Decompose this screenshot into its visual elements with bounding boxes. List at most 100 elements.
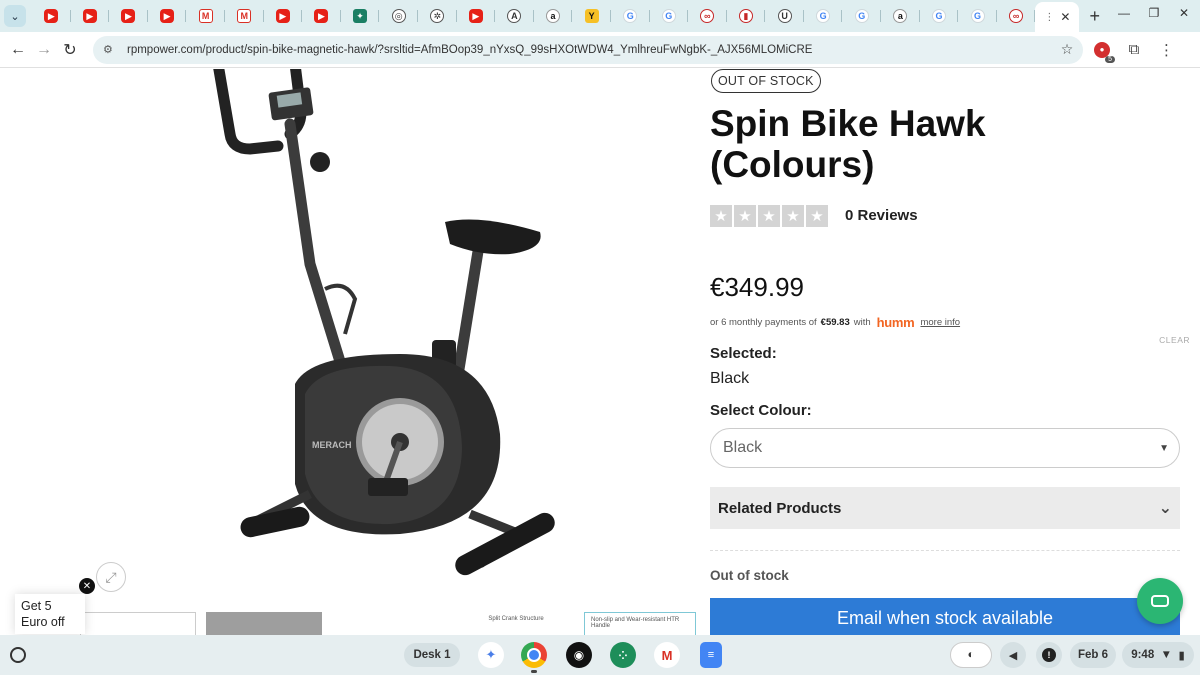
finance-with: with (853, 317, 871, 328)
tab[interactable]: G (920, 3, 959, 29)
tab[interactable]: U (765, 3, 804, 29)
podcast-icon[interactable]: ◉ (566, 642, 592, 668)
tab-list: ▶ ▶ ▶ ▶ M M ▶ ▶ ✦ ◎ ✲ ▶ Aa Y G G ∞ ▮ U G Ga G G ∞ (32, 3, 1036, 29)
restore-icon[interactable]: ❐ (1146, 6, 1162, 20)
browser-menu-icon[interactable]: ⋮ (1159, 41, 1174, 59)
os-shelf: Desk 1 ✦ ◉ ⁘ M ≡ ◐ ◀ ! Feb 6 9:48 ▼ ▮ (0, 635, 1200, 675)
forward-button[interactable]: → (31, 41, 57, 59)
finance-amount: €59.83 (820, 317, 850, 328)
thumbnail[interactable] (332, 612, 448, 635)
email-when-available-button[interactable]: Email when stock available (710, 598, 1180, 635)
colour-label: Select Colour: (710, 402, 812, 419)
site-icon: ◎ (391, 9, 406, 23)
related-products-accordion[interactable]: Related Products ⌄ (710, 487, 1180, 529)
extension-button[interactable]: ● 5 (1091, 39, 1115, 63)
omnibox[interactable]: ⚙ rpmpower.com/product/spin-bike-magneti… (93, 35, 1083, 64)
tab[interactable]: ▮ (727, 3, 766, 29)
tab[interactable]: G (958, 3, 997, 29)
tab[interactable]: ▶ (32, 3, 71, 29)
tab[interactable]: ▶ (71, 3, 110, 29)
gmail-icon[interactable]: M (654, 642, 680, 668)
thumbnail[interactable]: Non-slip and Wear-resistant HTR Handle (584, 612, 696, 635)
window-controls: — ❐ ✕ (1116, 6, 1192, 20)
tab[interactable]: ▶ (302, 3, 341, 29)
site-icon: A (507, 9, 522, 23)
url-text[interactable]: rpmpower.com/product/spin-bike-magnetic-… (127, 44, 1057, 56)
promo-line-2: Euro off (21, 615, 65, 629)
thumbnail[interactable] (206, 612, 322, 635)
product-image[interactable]: MERACH (200, 69, 580, 594)
tab[interactable]: ▶ (264, 3, 303, 29)
stock-badge: OUT OF STOCK (711, 69, 821, 93)
avatar[interactable]: ◐ (950, 642, 992, 668)
colour-select[interactable]: Black ▼ (710, 428, 1180, 468)
extensions-puzzle-icon[interactable]: ⧉ (1123, 41, 1145, 58)
tab[interactable]: ✦ (341, 3, 380, 29)
running-indicator (531, 670, 537, 673)
launcher-icon[interactable] (10, 647, 26, 663)
extension-badge: 5 (1105, 55, 1115, 63)
desk-button[interactable]: Desk 1 (404, 643, 460, 667)
tab[interactable]: ▶ (148, 3, 187, 29)
tab[interactable]: a (534, 3, 573, 29)
close-tab-icon[interactable]: ✕ (1060, 10, 1070, 24)
promo-close-icon[interactable]: ✕ (79, 578, 95, 594)
product-title: Spin Bike Hawk (Colours) (710, 103, 986, 185)
tab[interactable]: G (804, 3, 843, 29)
tab[interactable]: G (842, 3, 881, 29)
tab[interactable]: G (611, 3, 650, 29)
tab[interactable]: Y (572, 3, 611, 29)
product-info: OUT OF STOCK Spin Bike Hawk (Colours) ★ … (710, 69, 1190, 635)
rating-stars[interactable]: ★ ★ ★ ★ ★ (710, 205, 828, 227)
humm-logo: humm (876, 315, 915, 330)
apps-grid-icon[interactable]: ⁘ (610, 642, 636, 668)
notification-icon[interactable]: ! (1036, 642, 1062, 668)
docs-icon[interactable]: ≡ (700, 642, 722, 668)
status-area[interactable]: 9:48 ▼ ▮ (1122, 642, 1194, 668)
site-icon: ✦ (353, 9, 368, 23)
minimize-icon[interactable]: — (1116, 6, 1132, 20)
close-window-icon[interactable]: ✕ (1176, 6, 1192, 20)
dot-menu-icon: ⋮ (1044, 11, 1055, 23)
wifi-icon: ▼ (1160, 649, 1173, 661)
thumbnail[interactable]: Split Crank Structure (458, 612, 574, 635)
more-info-link[interactable]: more info (920, 317, 960, 328)
thumbnail[interactable] (80, 612, 196, 635)
date-display[interactable]: Feb 6 (1070, 642, 1116, 668)
zoom-button[interactable]: ⤢ (96, 562, 126, 592)
promo-popup[interactable]: Get 5 Euro off (15, 594, 85, 634)
chevron-down-icon: ▼ (1159, 442, 1169, 454)
finance-prefix: or 6 monthly payments of (710, 317, 817, 328)
bookmark-star-icon[interactable]: ☆ (1057, 41, 1077, 58)
tab[interactable]: ∞ (688, 3, 727, 29)
tab[interactable]: M (186, 3, 225, 29)
colour-select-value: Black (723, 439, 763, 456)
clear-selection-link[interactable]: CLEAR (1159, 335, 1190, 345)
tab[interactable]: M (225, 3, 264, 29)
tab[interactable]: ✲ (418, 3, 457, 29)
chevron-down-icon: ⌄ (1158, 500, 1172, 517)
new-tab-button[interactable]: + (1089, 6, 1100, 27)
tab[interactable]: G (650, 3, 689, 29)
tab[interactable]: ∞ (997, 3, 1036, 29)
reviews-link[interactable]: 0 Reviews (845, 207, 918, 224)
thumbnail-caption: Non-slip and Wear-resistant HTR Handle (591, 617, 680, 629)
back-button[interactable]: ← (5, 41, 31, 59)
site-icon: Y (584, 9, 599, 23)
tab-search-button[interactable]: ⌄ (4, 5, 26, 27)
mute-icon[interactable]: ◀ (1000, 642, 1026, 668)
promo-line-1: Get 5 (21, 599, 52, 613)
tab[interactable]: ▶ (457, 3, 496, 29)
youtube-icon: ▶ (160, 9, 175, 23)
tab-active[interactable]: ⋮ ✕ (1035, 2, 1080, 32)
tab[interactable]: ◎ (379, 3, 418, 29)
site-info-icon[interactable]: ⚙ (103, 43, 119, 56)
tab[interactable]: A (495, 3, 534, 29)
tab[interactable]: ▶ (109, 3, 148, 29)
tab[interactable]: a (881, 3, 920, 29)
reload-button[interactable]: ↻ (57, 40, 83, 60)
chrome-icon[interactable] (521, 642, 547, 668)
gemini-icon[interactable]: ✦ (478, 642, 504, 668)
site-icon: ∞ (700, 9, 715, 23)
chat-button[interactable] (1137, 578, 1183, 624)
